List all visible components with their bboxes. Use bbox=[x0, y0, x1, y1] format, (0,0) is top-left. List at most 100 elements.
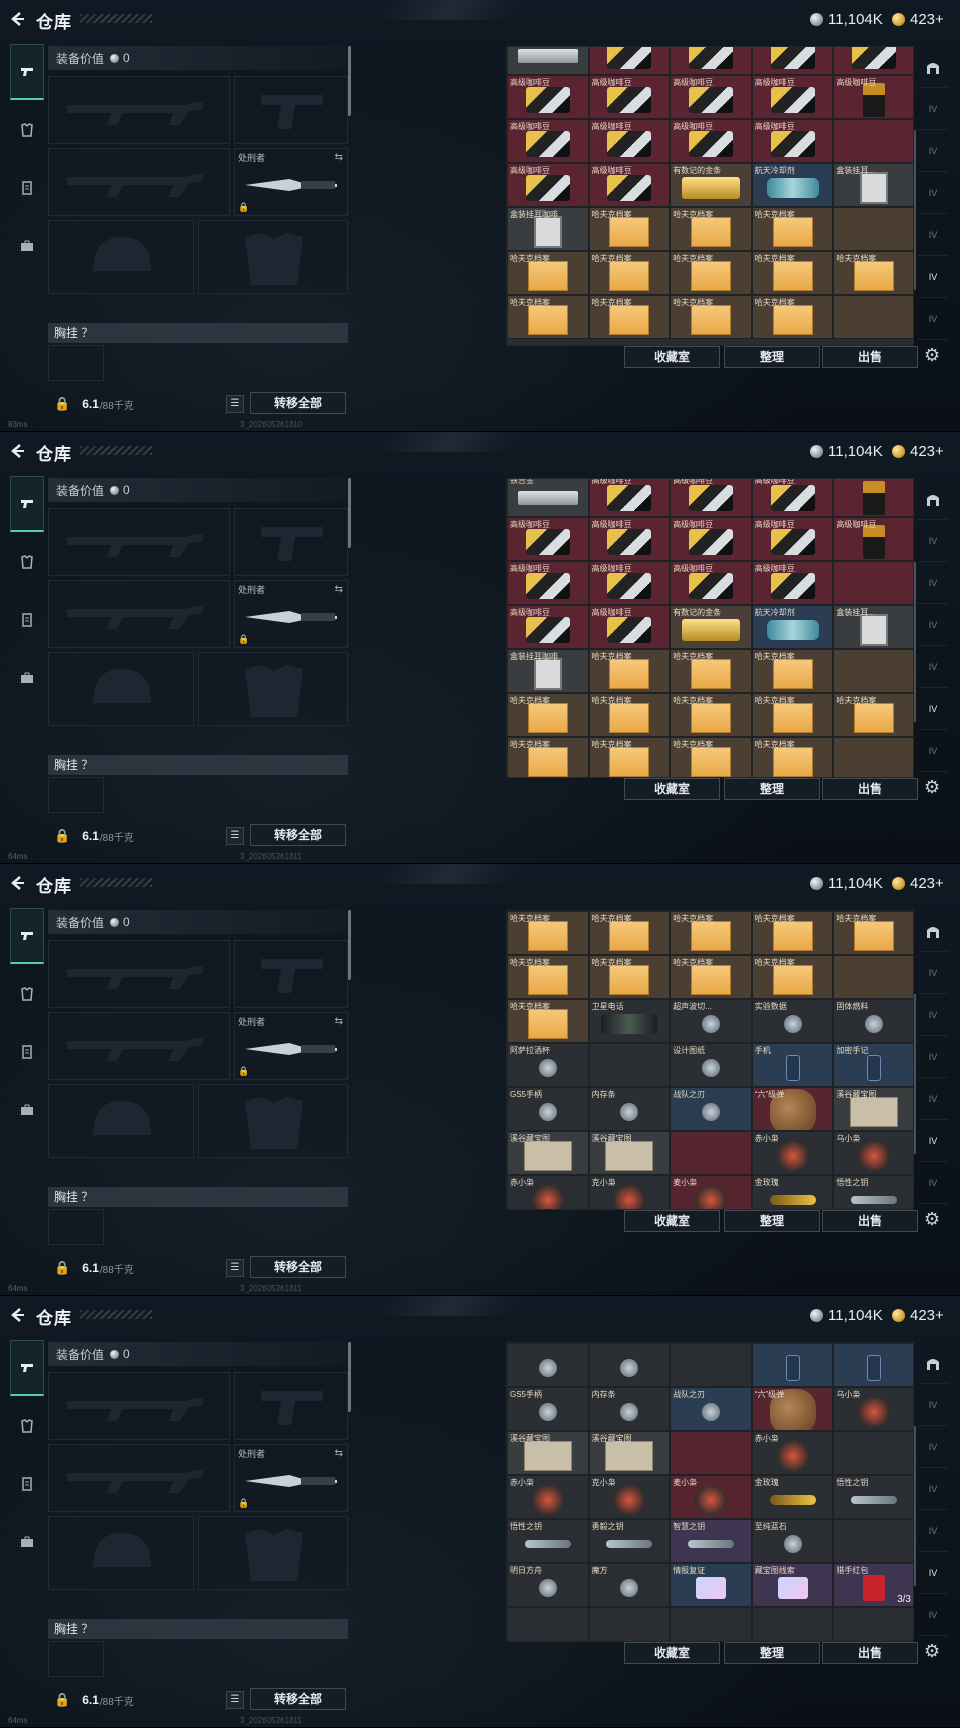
stash-item-cell[interactable]: GS5手柄 bbox=[507, 1087, 589, 1131]
stash-item-cell[interactable]: 高级咖啡豆 bbox=[507, 163, 589, 207]
stash-item-cell[interactable]: 盒装挂耳咖啡 bbox=[507, 207, 589, 251]
stash-item-cell[interactable]: 高级咖啡豆 bbox=[588, 605, 671, 649]
stash-item-cell[interactable]: 金玫瑰 bbox=[751, 1175, 834, 1209]
stash-item-cell[interactable]: 哈夫克档案 bbox=[833, 693, 913, 737]
stash-item-cell[interactable]: 哈夫克档案 bbox=[507, 295, 589, 339]
stash-item-cell[interactable]: 哈夫克档案 bbox=[751, 737, 834, 777]
nav-backpack[interactable] bbox=[10, 218, 44, 274]
collection-room-button[interactable]: 收藏室 bbox=[624, 778, 720, 800]
stash-item-cell[interactable] bbox=[507, 47, 589, 75]
nav-weapons[interactable] bbox=[10, 908, 44, 964]
stash-tab-4[interactable]: IV bbox=[918, 214, 948, 256]
collection-room-button[interactable]: 收藏室 bbox=[624, 1210, 720, 1232]
stash-item-cell[interactable]: 悟性之钥 bbox=[833, 1175, 913, 1209]
stash-item-cell[interactable]: 哈夫克档案 bbox=[507, 693, 589, 737]
stash-item-cell[interactable]: 卫星电话 bbox=[588, 999, 671, 1043]
stash-tab-1[interactable]: IV bbox=[918, 520, 948, 562]
equipment-scrollbar[interactable] bbox=[348, 1342, 351, 1412]
stash-item-cell[interactable]: 赤小枭 bbox=[507, 1175, 589, 1209]
stash-tab-home[interactable] bbox=[918, 1342, 948, 1384]
stash-item-cell[interactable]: 哈夫克档案 bbox=[588, 955, 671, 999]
transfer-all-button[interactable]: 转移全部 bbox=[250, 392, 346, 414]
stash-item-cell[interactable]: 内存条 bbox=[588, 1387, 671, 1431]
stash-item-cell[interactable]: 赤小枭 bbox=[507, 1475, 589, 1519]
stash-item-cell[interactable]: 赤小枭 bbox=[751, 1131, 834, 1175]
gold-currency[interactable]: 423+ bbox=[892, 1306, 944, 1324]
nav-weapons[interactable] bbox=[10, 476, 44, 532]
primary-weapon-slot[interactable] bbox=[48, 508, 230, 576]
helmet-slot[interactable] bbox=[48, 220, 194, 294]
stash-item-cell[interactable]: 哈夫克档案 bbox=[588, 649, 671, 693]
stash-item-cell[interactable] bbox=[833, 1343, 913, 1387]
stash-tab-6[interactable]: IV bbox=[918, 730, 948, 772]
stash-item-cell[interactable]: 哈夫克档案 bbox=[670, 955, 752, 999]
primary-weapon-slot[interactable] bbox=[48, 76, 230, 144]
nav-backpack[interactable] bbox=[10, 650, 44, 706]
stash-item-cell[interactable]: 乌小枭 bbox=[833, 1131, 913, 1175]
stash-tab-2[interactable]: IV bbox=[918, 130, 948, 172]
nav-weapons[interactable] bbox=[10, 44, 44, 100]
stash-item-cell[interactable]: 高级咖啡豆 bbox=[833, 517, 913, 561]
gold-currency[interactable]: 423+ bbox=[892, 10, 944, 28]
stash-item-cell[interactable]: 超声波切... bbox=[670, 999, 752, 1043]
stash-item-cell[interactable]: 哈夫克档案 bbox=[751, 295, 834, 339]
stash-item-cell[interactable]: 哈夫克档案 bbox=[751, 649, 834, 693]
back-arrow-icon[interactable] bbox=[8, 874, 26, 892]
stash-item-cell[interactable]: 智慧之钥 bbox=[670, 1519, 752, 1563]
swap-icon[interactable]: ⇆ bbox=[335, 1448, 343, 1459]
stash-tab-2[interactable]: IV bbox=[918, 1426, 948, 1468]
equipment-scrollbar[interactable] bbox=[348, 478, 351, 548]
stash-item-cell[interactable]: 哈夫克档案 bbox=[751, 693, 834, 737]
stash-tab-3[interactable]: IV bbox=[918, 1036, 948, 1078]
stash-item-cell[interactable]: 盒装挂耳... bbox=[833, 163, 913, 207]
stash-item-cell[interactable]: 高级咖啡豆 bbox=[588, 479, 671, 517]
stash-item-cell[interactable]: 有数记的金条 bbox=[670, 605, 752, 649]
stash-item-cell[interactable]: 魔方 bbox=[588, 1563, 671, 1607]
stash-item-cell[interactable]: 哈夫克档案 bbox=[751, 911, 834, 955]
stash-tab-1[interactable]: IV bbox=[918, 952, 948, 994]
stash-item-cell[interactable]: 阿萨拉酒杯 bbox=[507, 1043, 589, 1087]
stash-item-cell[interactable]: “六”级弹 bbox=[751, 1387, 834, 1431]
transfer-all-button[interactable]: 转移全部 bbox=[250, 824, 346, 846]
stash-item-cell[interactable]: 溪谷藏宝图 bbox=[588, 1431, 671, 1475]
stash-item-cell[interactable]: 盒装挂耳咖啡 bbox=[507, 649, 589, 693]
stash-item-cell[interactable]: 哈夫克档案 bbox=[670, 207, 752, 251]
stash-item-cell[interactable]: 哈夫克档案 bbox=[507, 737, 589, 777]
stash-item-cell[interactable]: 哈夫克档案 bbox=[670, 649, 752, 693]
stash-tab-1[interactable]: IV bbox=[918, 1384, 948, 1426]
helmet-slot[interactable] bbox=[48, 1516, 194, 1590]
collection-room-button[interactable]: 收藏室 bbox=[624, 346, 720, 368]
stash-item-cell[interactable]: 哈夫克档案 bbox=[751, 955, 834, 999]
stash-item-cell[interactable] bbox=[751, 1343, 834, 1387]
stash-item-cell[interactable]: 哈夫克档案 bbox=[507, 999, 589, 1043]
silver-currency[interactable]: 11,104K bbox=[810, 10, 883, 28]
stash-item-cell[interactable]: 航天冷却剂 bbox=[751, 605, 834, 649]
sidearm-slot[interactable] bbox=[234, 1372, 348, 1440]
stash-item-cell[interactable]: 盒装挂耳... bbox=[833, 605, 913, 649]
silver-currency[interactable]: 11,104K bbox=[810, 1306, 883, 1324]
gold-currency[interactable]: 423+ bbox=[892, 442, 944, 460]
stash-item-cell[interactable]: 赤小枭 bbox=[751, 1431, 834, 1475]
nav-rig[interactable] bbox=[10, 1456, 44, 1512]
stash-tab-5[interactable]: IV bbox=[918, 256, 948, 298]
stash-item-cell[interactable]: 手机 bbox=[751, 1043, 834, 1087]
chest-rig-slot[interactable] bbox=[48, 1641, 104, 1677]
stash-item-cell[interactable]: 高级咖啡豆 bbox=[507, 561, 589, 605]
stash-item-cell[interactable]: 勇毅之钥 bbox=[588, 1519, 671, 1563]
list-view-button[interactable]: ☰ bbox=[226, 1259, 244, 1277]
stash-tab-6[interactable]: IV bbox=[918, 1162, 948, 1204]
stash-item-cell[interactable]: 高级咖啡豆 bbox=[751, 561, 834, 605]
stash-item-cell[interactable]: 高级咖啡豆 bbox=[751, 119, 834, 163]
stash-item-cell[interactable]: 情报复证 bbox=[670, 1563, 752, 1607]
stash-item-cell[interactable]: 高级咖啡豆 bbox=[751, 517, 834, 561]
stash-tab-home[interactable] bbox=[918, 910, 948, 952]
stash-item-cell[interactable]: 战队之刃 bbox=[670, 1387, 752, 1431]
gold-currency[interactable]: 423+ bbox=[892, 874, 944, 892]
stash-item-cell[interactable]: 悟性之钥 bbox=[507, 1519, 589, 1563]
nav-armor[interactable] bbox=[10, 102, 44, 158]
melee-slot[interactable]: 处刑者 ⇆ 🔒 bbox=[234, 580, 348, 648]
swap-icon[interactable]: ⇆ bbox=[335, 152, 343, 163]
nav-armor[interactable] bbox=[10, 966, 44, 1022]
nav-rig[interactable] bbox=[10, 592, 44, 648]
nav-weapons[interactable] bbox=[10, 1340, 44, 1396]
